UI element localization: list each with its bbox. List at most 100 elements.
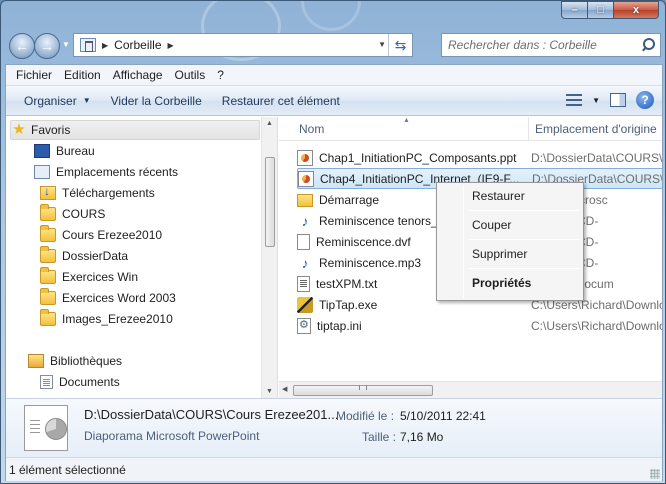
sidebar-item-label: Images_Erezee2010 [62,312,173,326]
sidebar-item-label: Documents [59,375,120,389]
powerpoint-file-icon [298,170,314,187]
navigation-pane-scrollbar[interactable]: ▲ ▼ [261,117,277,398]
ini-settings-icon [297,317,311,334]
file-location: C:\Users\Richard\Downlo [531,318,662,333]
search-input[interactable]: Rechercher dans : Corbeille [441,33,661,57]
column-header-name[interactable]: Nom [299,122,324,136]
scroll-up-icon[interactable]: ▲ [266,120,273,127]
sidebar-item-favoris[interactable]: ★ Favoris [10,120,260,140]
refresh-icon: ⇆ [394,36,407,53]
sidebar-item-images-erezee2010[interactable]: Images_Erezee2010 [40,309,277,329]
context-menu: Restaurer Couper Supprimer Propriétés [436,182,584,301]
audio-file-icon: ♪ [301,254,309,271]
breadcrumb-chevron-icon[interactable]: ▶ [168,41,174,50]
sidebar-item-documents[interactable]: Documents [40,372,277,392]
menu-help[interactable]: ? [211,68,230,82]
sidebar-item-label: COURS [62,207,106,221]
sidebar-item-dossierdata[interactable]: DossierData [40,246,277,266]
file-row[interactable]: tiptap.ini C:\Users\Richard\Downlo [297,315,662,336]
sidebar-item-label: Exercices Win [62,270,139,284]
recent-pages-dropdown[interactable]: ▼ [62,40,70,49]
details-modified-label: Modifié le : [336,409,395,423]
empty-recycle-bin-button[interactable]: Vider la Corbeille [101,94,212,108]
sidebar-item-label: Favoris [31,123,71,137]
command-bar: Organiser ▼ Vider la Corbeille Restaurer… [6,86,662,116]
address-dropdown-icon[interactable]: ▼ [378,40,386,49]
aero-decoration [301,1,361,31]
recent-places-icon [34,165,50,179]
file-row[interactable]: Chap1_InitiationPC_Composants.ppt D:\Dos… [297,147,662,168]
view-controls: ▼ ? [566,91,654,109]
scroll-down-icon[interactable]: ▼ [266,388,273,395]
forward-arrow-icon: → [40,38,54,54]
folder-icon [40,225,56,242]
maximize-button[interactable]: □ [588,1,614,19]
search-placeholder: Rechercher dans : Corbeille [448,38,597,52]
forward-button[interactable]: → [34,33,60,59]
context-delete[interactable]: Supprimer [439,243,581,265]
desktop-icon [34,144,50,158]
preview-pane-icon[interactable] [610,93,626,107]
recycle-bin-icon [80,38,96,52]
address-bar[interactable]: ▶ Corbeille ▶ ▼ ⇆ [73,33,413,57]
help-icon[interactable]: ? [636,91,654,109]
folder-icon [297,194,313,207]
column-header-original-location[interactable]: Emplacement d'origine [528,117,657,141]
sidebar-item-emplacements-recents[interactable]: Emplacements récents [34,162,277,182]
folder-icon [40,288,56,305]
context-restore[interactable]: Restaurer [439,185,581,207]
details-file-type: Diaporama Microsoft PowerPoint [84,429,260,443]
back-button[interactable]: ← [9,33,35,59]
menu-outils[interactable]: Outils [169,68,212,82]
change-view-icon[interactable] [566,94,583,106]
powerpoint-file-icon [297,149,313,166]
context-cut[interactable]: Couper [439,214,581,236]
file-location: D:\DossierData\COURS\C [531,150,662,165]
context-properties[interactable]: Propriétés [439,272,581,294]
file-list-horizontal-scrollbar[interactable]: ◀ [279,381,662,398]
text-file-icon [297,275,310,292]
folder-icon [40,309,56,326]
sidebar-item-bureau[interactable]: Bureau [34,141,277,161]
view-dropdown-icon[interactable]: ▼ [592,96,600,105]
refresh-button[interactable]: ⇆ [388,34,412,56]
sidebar-item-exercices-word-2003[interactable]: Exercices Word 2003 [40,288,277,308]
breadcrumb-chevron-icon[interactable]: ▶ [102,41,108,50]
sidebar-item-telechargements[interactable]: Téléchargements [40,183,277,203]
close-button[interactable]: x [614,1,659,19]
resize-grip-icon[interactable] [650,469,660,479]
file-name: Chap1_InitiationPC_Composants.ppt [319,150,517,165]
organize-button[interactable]: Organiser ▼ [6,94,101,108]
explorer-window: – □ x ← → ▼ ▶ Corbeille ▶ ▼ ⇆ Rechercher… [0,0,666,484]
menu-fichier[interactable]: Fichier [6,68,58,82]
close-icon: x [632,4,640,16]
sidebar-item-bibliotheques[interactable]: Bibliothèques [28,351,277,371]
scroll-left-icon[interactable]: ◀ [282,385,287,393]
context-separator [469,268,579,269]
executable-icon [297,296,313,313]
folder-icon [40,267,56,284]
file-name: tiptap.ini [317,318,362,333]
restore-item-button[interactable]: Restaurer cet élément [212,94,350,108]
sidebar-item-label: Exercices Word 2003 [62,291,176,305]
breadcrumb-recycle-bin[interactable]: Corbeille [114,38,161,52]
organize-label: Organiser [24,93,77,108]
sidebar-item-cours-erezee2010[interactable]: Cours Erezee2010 [40,225,277,245]
search-icon[interactable] [642,38,655,50]
minimize-button[interactable]: – [561,1,588,19]
libraries-icon [28,354,44,368]
status-bar: 1 élément sélectionné [6,457,662,481]
chevron-down-icon: ▼ [82,96,91,105]
maximize-icon: □ [597,4,604,16]
scrollbar-thumb[interactable] [265,157,275,247]
sidebar-item-label: Téléchargements [62,186,155,200]
column-header-row: ▲ Nom Emplacement d'origine [279,117,662,141]
minimize-icon: – [571,4,578,16]
sidebar-item-cours[interactable]: COURS [40,204,277,224]
powerpoint-file-large-icon [24,405,68,451]
sidebar-item-exercices-win[interactable]: Exercices Win [40,267,277,287]
menu-affichage[interactable]: Affichage [107,68,169,82]
menu-edition[interactable]: Edition [58,68,107,82]
context-separator [469,239,579,240]
sidebar-item-label: Emplacements récents [56,165,179,179]
